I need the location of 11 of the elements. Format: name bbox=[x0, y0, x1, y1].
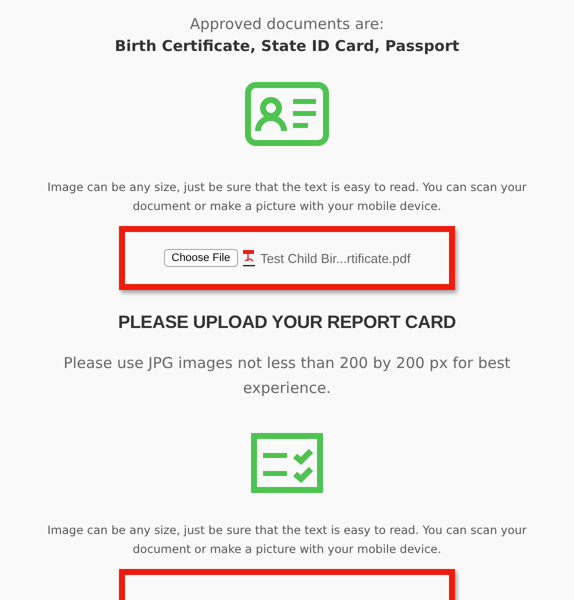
id-card-icon bbox=[245, 82, 329, 146]
upload-hint: Image can be any size, just be sure that the text is easy to read. You can scan your document or make a picture with your mobile device. bbox=[46, 522, 528, 558]
approved-label: Approved documents are: bbox=[190, 15, 384, 33]
upload-hint: Image can be any size, just be sure that the text is easy to read. You can scan your document or make a picture with your mobile device. bbox=[46, 179, 528, 215]
approved-documents: Birth Certificate, State ID Card, Passport bbox=[114, 37, 460, 55]
pdf-file-icon bbox=[242, 249, 256, 267]
section-heading: PLEASE UPLOAD YOUR REPORT CARD bbox=[118, 312, 456, 333]
file-name: Test Child Bir...rtificate.pdf bbox=[260, 250, 410, 266]
choose-file-button[interactable]: Choose File bbox=[164, 249, 238, 267]
checklist-icon bbox=[251, 433, 323, 493]
section-subtitle: Please use JPG images not less than 200 by 200 px for best experience. bbox=[62, 353, 512, 399]
